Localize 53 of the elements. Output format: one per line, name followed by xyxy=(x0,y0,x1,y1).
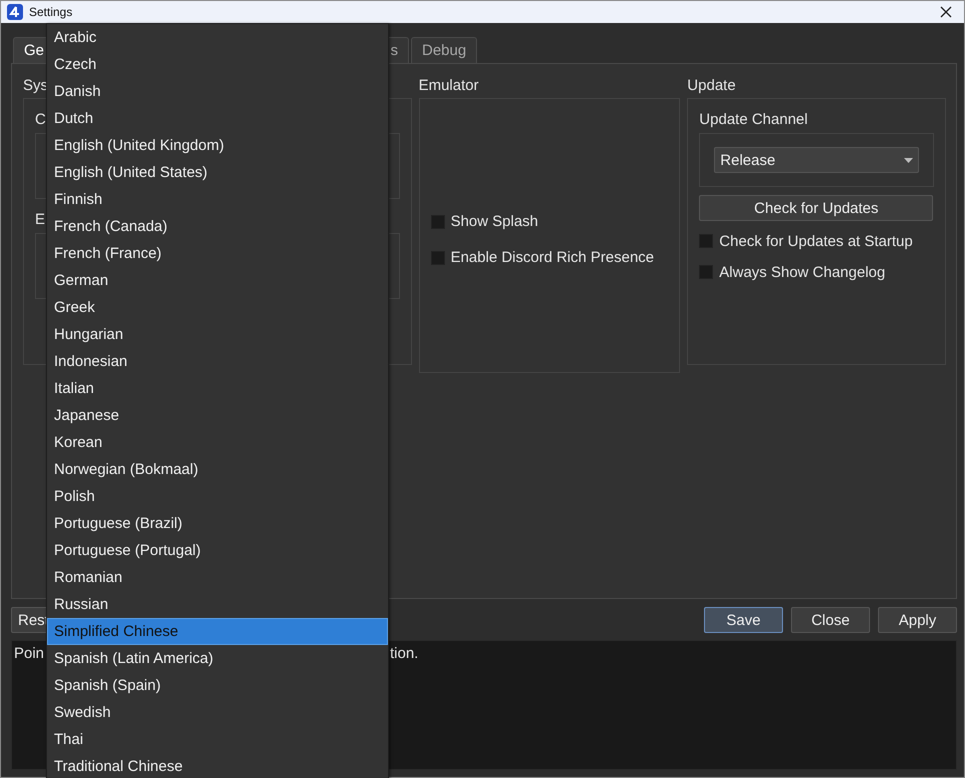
language-option[interactable]: Thai xyxy=(47,726,388,753)
group-title: Update xyxy=(687,76,736,96)
close-icon[interactable] xyxy=(940,6,952,18)
language-option[interactable]: Romanian xyxy=(47,564,388,591)
language-option[interactable]: Italian xyxy=(47,375,388,402)
description-text: tion. xyxy=(390,645,418,662)
language-option[interactable]: Czech xyxy=(47,51,388,78)
checkbox[interactable] xyxy=(699,265,714,279)
dialog-button[interactable]: Apply xyxy=(878,607,957,633)
checkbox[interactable] xyxy=(430,214,445,228)
group-title: E xyxy=(35,210,46,230)
group-title: C xyxy=(35,110,46,130)
language-option[interactable]: Simplified Chinese xyxy=(47,618,388,645)
language-option[interactable]: French (France) xyxy=(47,240,388,267)
language-option[interactable]: Japanese xyxy=(47,402,388,429)
language-option[interactable]: Spanish (Latin America) xyxy=(47,645,388,672)
language-option[interactable]: Traditional Chinese xyxy=(47,753,388,778)
tab[interactable]: Debug xyxy=(411,37,478,63)
language-option[interactable]: Polish xyxy=(47,483,388,510)
language-option[interactable]: Hungarian xyxy=(47,321,388,348)
language-option[interactable]: Finnish xyxy=(47,186,388,213)
language-option[interactable]: Swedish xyxy=(47,699,388,726)
checkbox-label: Always Show Changelog xyxy=(719,264,886,280)
window-title: Settings xyxy=(29,5,74,19)
language-option[interactable]: Arabic xyxy=(47,24,388,51)
language-option[interactable]: Greek xyxy=(47,294,388,321)
language-option[interactable]: Spanish (Spain) xyxy=(47,672,388,699)
group-title: Emulator xyxy=(418,76,479,96)
language-option[interactable]: French (Canada) xyxy=(47,213,388,240)
caret-icon xyxy=(904,158,914,162)
language-option[interactable]: Dutch xyxy=(47,105,388,132)
language-option[interactable]: Portuguese (Brazil) xyxy=(47,510,388,537)
language-option[interactable]: Russian xyxy=(47,591,388,618)
checkbox-label: Check for Updates at Startup xyxy=(719,232,913,250)
language-option[interactable]: Portuguese (Portugal) xyxy=(47,537,388,564)
language-option[interactable]: German xyxy=(47,267,388,294)
checkbox-label: Enable Discord Rich Presence xyxy=(450,249,654,266)
app-icon xyxy=(7,4,23,20)
dialog-button[interactable]: Save xyxy=(704,607,783,633)
checkbox[interactable] xyxy=(699,234,714,248)
update-channel-dropdown[interactable]: Release xyxy=(714,147,920,173)
language-option[interactable]: Korean xyxy=(47,429,388,456)
language-option[interactable]: English (United States) xyxy=(47,159,388,186)
channel-label: Update Channel xyxy=(699,110,808,130)
description-text: Poin xyxy=(14,645,44,662)
check-for-updates-button[interactable]: Check for Updates xyxy=(699,195,934,221)
language-option[interactable]: Indonesian xyxy=(47,348,388,375)
checkbox[interactable] xyxy=(430,250,445,264)
dialog-button[interactable]: Close xyxy=(791,607,870,633)
language-option[interactable]: Danish xyxy=(47,78,388,105)
language-option[interactable]: Norwegian (Bokmaal) xyxy=(47,456,388,483)
language-option[interactable]: English (United Kingdom) xyxy=(47,132,388,159)
checkbox-label: Show Splash xyxy=(450,213,538,230)
